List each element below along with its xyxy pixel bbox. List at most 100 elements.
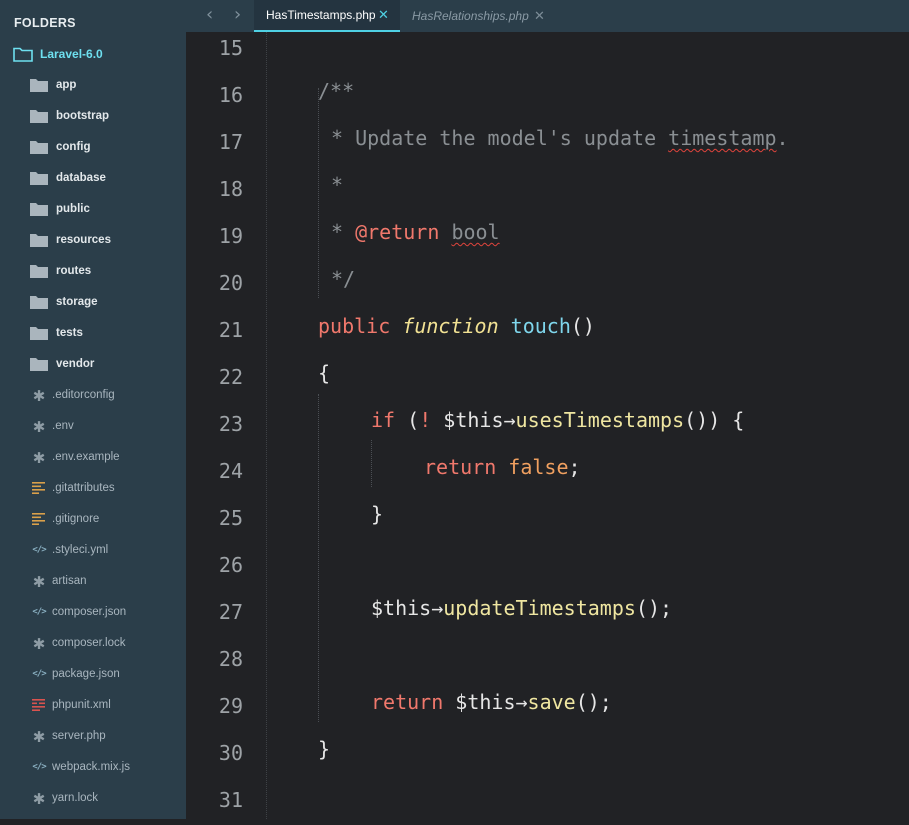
sidebar-folder-label: vendor — [56, 357, 95, 370]
sidebar-folder-database[interactable]: database — [0, 162, 186, 193]
sidebar-folder-label: storage — [56, 295, 98, 308]
keyword-public: public — [318, 314, 391, 338]
xml-icon — [31, 698, 47, 711]
folder-icon — [30, 233, 48, 247]
tab-label: HasRelationships.php — [412, 9, 529, 23]
indent-guide — [371, 440, 372, 487]
code-line-21: public function touch() — [318, 314, 595, 338]
sidebar-folder-bootstrap[interactable]: bootstrap — [0, 100, 186, 131]
function-name: touch — [510, 314, 571, 338]
code-editor[interactable]: 15 16 17 18 19 20 21 22 23 24 25 26 27 28 29 30 31 /** *… — [186, 32, 909, 819]
code-line-23: if (! $this→usesTimestamps()) { — [371, 408, 744, 432]
comment-text: * Update the model's update — [331, 126, 669, 150]
sidebar-folder-storage[interactable]: storage — [0, 286, 186, 317]
line-number: 26 — [218, 553, 243, 577]
sidebar-folder-label: config — [56, 140, 91, 153]
line-number: 20 — [218, 271, 243, 295]
sidebar-file-label: package.json — [52, 667, 120, 680]
code-line-16: /** — [318, 79, 355, 103]
sidebar-title: FOLDERS — [14, 16, 76, 30]
sidebar-folder-resources[interactable]: resources — [0, 224, 186, 255]
folder-icon — [30, 326, 48, 340]
sidebar-file-dot-env[interactable]: ✱ .env — [0, 410, 186, 441]
close-icon[interactable]: ✕ — [378, 8, 389, 23]
paren: ( — [395, 408, 420, 432]
sidebar-file-dot-styleci-yml[interactable]: </> .styleci.yml — [0, 534, 186, 565]
sidebar-file-label: composer.lock — [52, 636, 126, 649]
code-line-27: $this→updateTimestamps(); — [371, 596, 672, 620]
operator-not: ! — [419, 408, 432, 432]
sidebar-file-dot-env-example[interactable]: ✱ .env.example — [0, 441, 186, 472]
line-number: 31 — [218, 788, 243, 812]
code-line-20: */ — [331, 267, 356, 291]
line-number: 27 — [218, 600, 243, 624]
code-line-22: { — [318, 361, 331, 385]
back-arrow-icon[interactable]: ‹ — [206, 4, 213, 25]
parens: () — [570, 314, 595, 338]
line-number: 25 — [218, 506, 243, 530]
folder-icon — [30, 202, 48, 216]
code-line-18: * — [331, 173, 344, 197]
this-variable: $this→ — [371, 596, 444, 620]
sidebar-folder-vendor[interactable]: vendor — [0, 348, 186, 379]
sidebar-root-folder[interactable]: Laravel-6.0 — [0, 38, 186, 69]
folder-icon — [30, 264, 48, 278]
folder-icon — [30, 295, 48, 309]
sidebar-file-label: .styleci.yml — [52, 543, 109, 556]
this-variable: $this→ — [431, 408, 516, 432]
line-number: 16 — [218, 83, 243, 107]
folder-icon — [30, 109, 48, 123]
indent-guide — [318, 394, 319, 722]
line-number: 15 — [218, 36, 243, 60]
code-icon: </> — [32, 761, 46, 772]
method-call: updateTimestamps — [443, 596, 636, 620]
sidebar-folder-label: routes — [56, 264, 92, 277]
folder-icon — [30, 171, 48, 185]
sidebar-file-label: .env — [52, 419, 74, 432]
sidebar-folder-public[interactable]: public — [0, 193, 186, 224]
folder-icon — [30, 357, 48, 371]
comment-text: . — [776, 126, 789, 150]
sidebar-folder-app[interactable]: app — [0, 69, 186, 100]
sidebar-file-server-php[interactable]: ✱ server.php — [0, 720, 186, 751]
doc-tag: @return — [355, 220, 440, 244]
code-line-19: * @return bool — [331, 220, 500, 244]
code-icon: </> — [32, 606, 46, 617]
sidebar-folder-routes[interactable]: routes — [0, 255, 186, 286]
sidebar-file-label: webpack.mix.js — [52, 760, 130, 773]
line-number: 17 — [218, 130, 243, 154]
sidebar-file-label: phpunit.xml — [52, 698, 111, 711]
editor-line: 19 — [186, 214, 909, 261]
asterisk-icon: ✱ — [32, 417, 46, 436]
sidebar-file-dot-editorconfig[interactable]: ✱ .editorconfig — [0, 379, 186, 410]
asterisk-icon: ✱ — [32, 572, 46, 591]
folder-open-icon — [13, 46, 33, 62]
sidebar-file-artisan[interactable]: ✱ artisan — [0, 565, 186, 596]
keyword-if: if — [371, 408, 396, 432]
close-icon[interactable]: ✕ — [534, 9, 545, 24]
forward-arrow-icon[interactable]: › — [234, 4, 241, 25]
sidebar-folder-tests[interactable]: tests — [0, 317, 186, 348]
line-number: 22 — [218, 365, 243, 389]
sidebar-file-composer-json[interactable]: </> composer.json — [0, 596, 186, 627]
sidebar-file-composer-lock[interactable]: ✱ composer.lock — [0, 627, 186, 658]
sidebar-file-package-json[interactable]: </> package.json — [0, 658, 186, 689]
sidebar-folder-label: bootstrap — [56, 109, 110, 122]
line-number: 19 — [218, 224, 243, 248]
sidebar-file-phpunit-xml[interactable]: phpunit.xml — [0, 689, 186, 720]
line-number: 24 — [218, 459, 243, 483]
folder-icon — [30, 140, 48, 154]
sidebar-file-dot-gitignore[interactable]: .gitignore — [0, 503, 186, 534]
code-line-17: * Update the model's update timestamp. — [331, 126, 789, 150]
sidebar-file-dot-gitattributes[interactable]: .gitattributes — [0, 472, 186, 503]
asterisk-icon: ✱ — [32, 789, 46, 808]
sidebar-file-yarn-lock[interactable]: ✱ yarn.lock — [0, 782, 186, 813]
sidebar: FOLDERS Laravel-6.0 app bootstrap config da… — [0, 0, 186, 819]
sidebar-file-webpack-mix-js[interactable]: </> webpack.mix.js — [0, 751, 186, 782]
this-variable: $this→ — [443, 690, 528, 714]
asterisk-icon: ✱ — [32, 448, 46, 467]
editor-line: 25 — [186, 496, 909, 543]
sidebar-folder-label: tests — [56, 326, 83, 339]
sidebar-folder-config[interactable]: config — [0, 131, 186, 162]
